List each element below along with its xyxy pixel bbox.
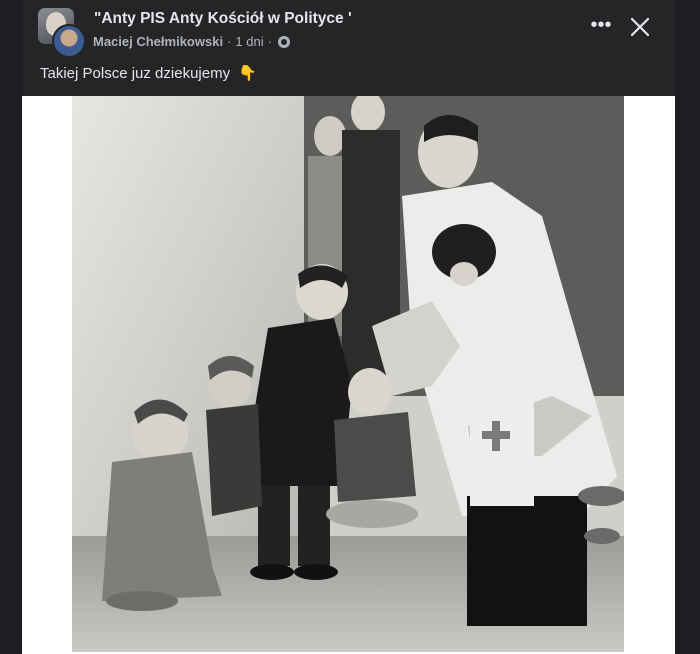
meta-separator: · xyxy=(267,34,272,49)
post-text: Takiej Polsce juz dziekujemy 👇 xyxy=(40,64,257,82)
post-photo[interactable] xyxy=(72,96,624,652)
post-header: "Anty PIS Anty Kościół w Polityce ' Maci… xyxy=(22,0,675,58)
photo-illustration xyxy=(72,96,624,652)
user-avatar[interactable] xyxy=(52,24,86,58)
post-time[interactable]: 1 dni xyxy=(235,34,263,49)
post-message: Takiej Polsce juz dziekujemy xyxy=(40,65,231,82)
close-button[interactable] xyxy=(623,10,657,44)
post-meta: Maciej Chełmikowski · 1 dni · xyxy=(93,34,290,49)
more-options-icon: ••• xyxy=(590,14,612,36)
post-dialog: "Anty PIS Anty Kościół w Polityce ' Maci… xyxy=(22,0,675,654)
author-name[interactable]: Maciej Chełmikowski xyxy=(93,34,223,49)
more-options-button[interactable]: ••• xyxy=(587,14,615,42)
group-title[interactable]: "Anty PIS Anty Kościół w Polityce ' xyxy=(94,10,352,28)
globe-icon xyxy=(277,35,290,48)
point-down-emoji: 👇 xyxy=(238,65,257,82)
photo-frame xyxy=(22,96,675,654)
avatar-group[interactable] xyxy=(38,8,86,58)
meta-separator: · xyxy=(227,34,232,49)
close-icon xyxy=(630,17,650,37)
